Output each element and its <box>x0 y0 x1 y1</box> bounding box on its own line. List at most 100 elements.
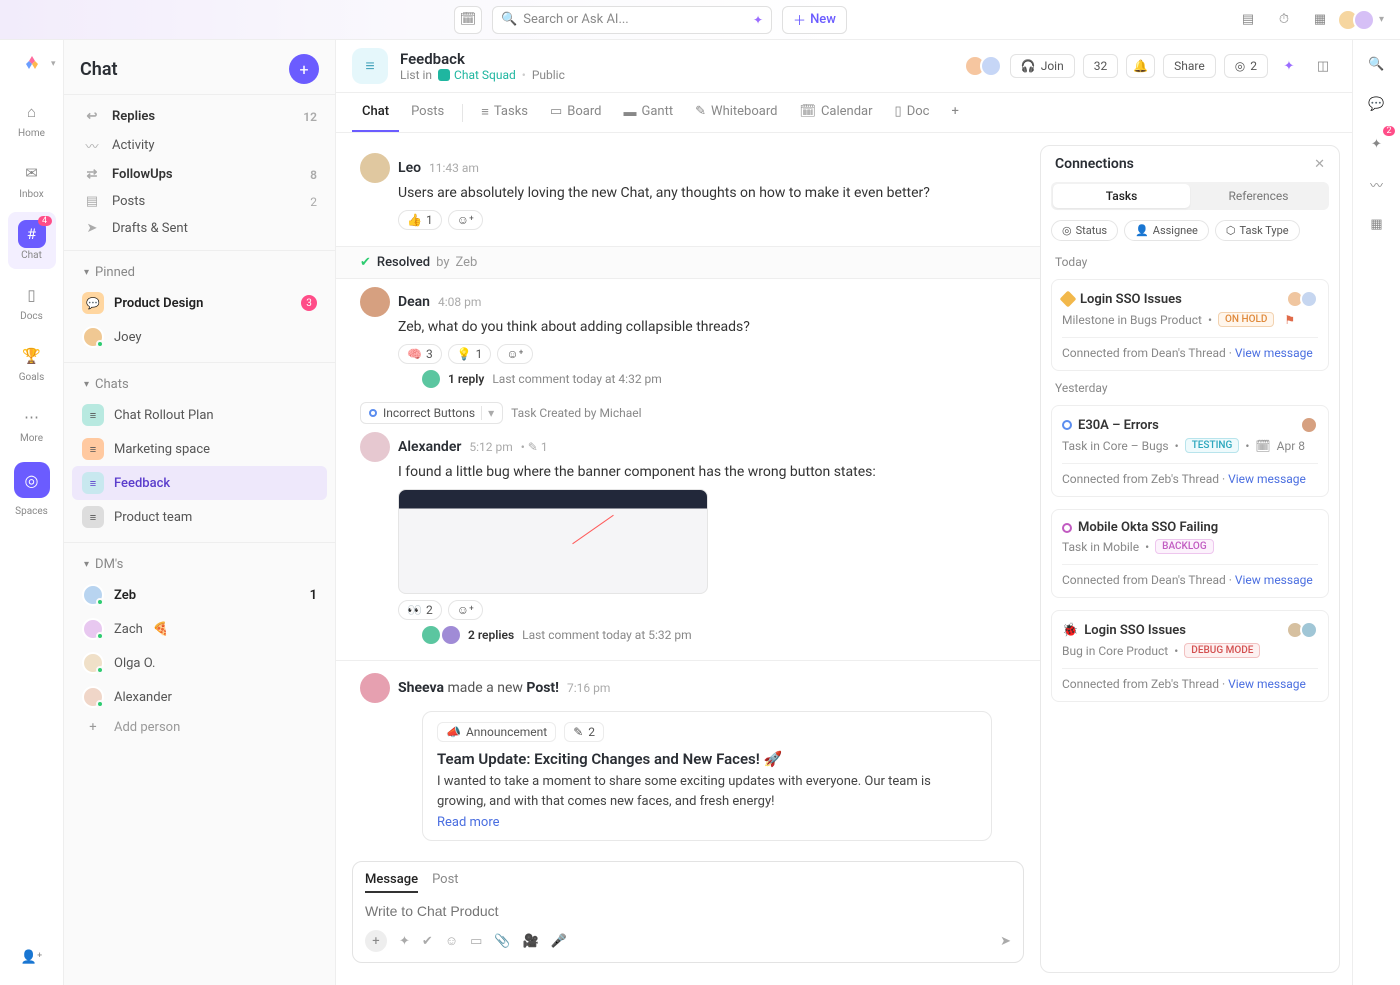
connection-card[interactable]: 🐞 Login SSO Issues Bug in Core Product •… <box>1051 610 1329 702</box>
avatar[interactable] <box>360 153 390 183</box>
avatar[interactable] <box>360 673 390 703</box>
apps-grid-icon[interactable]: ▦ <box>1307 7 1333 33</box>
rail-goals[interactable]: 🏆 Goals <box>8 334 56 391</box>
reaction[interactable]: 💡 1 <box>448 344 492 364</box>
global-search[interactable]: 🔍 Search or Ask AI... ✦ <box>492 6 772 34</box>
search-icon[interactable]: 🔍 <box>1363 50 1391 78</box>
new-button[interactable]: ＋ New <box>782 6 847 34</box>
chat-icon[interactable]: 💬 <box>1363 90 1391 118</box>
avatar[interactable] <box>360 432 390 462</box>
read-more-link[interactable]: Read more <box>437 815 977 830</box>
user-avatars[interactable]: ▾ <box>1343 9 1384 31</box>
tab-chat[interactable]: Chat <box>352 93 399 132</box>
video-icon[interactable]: 🎥 <box>523 934 539 949</box>
attachment-icon[interactable]: 📎 <box>494 934 510 949</box>
tab-calendar[interactable]: 🗓Calendar <box>789 93 882 132</box>
view-message-link[interactable]: View message <box>1235 346 1313 360</box>
pinned-header[interactable]: ▾ Pinned <box>72 259 327 286</box>
reaction[interactable]: 🧠 3 <box>398 344 442 364</box>
filter-status[interactable]: ◎Status <box>1051 220 1118 241</box>
apps-icon[interactable]: ▦ <box>1363 210 1391 238</box>
clipboard-icon[interactable]: ▤ <box>1235 7 1261 33</box>
add-view-button[interactable]: + <box>941 93 968 132</box>
add-icon[interactable]: + <box>365 930 387 952</box>
message-author[interactable]: Alexander <box>398 439 461 455</box>
filter-assignee[interactable]: 👤Assignee <box>1124 220 1209 241</box>
member-count-button[interactable]: 32 <box>1083 54 1119 78</box>
pinned-joey[interactable]: Joey <box>72 320 327 354</box>
gif-icon[interactable]: ▭ <box>470 934 482 949</box>
composer-tab-post[interactable]: Post <box>432 872 459 893</box>
view-message-link[interactable]: View message <box>1228 472 1306 486</box>
tab-tasks[interactable]: ≡Tasks <box>471 93 538 132</box>
channel-rollout[interactable]: ≡ Chat Rollout Plan <box>72 398 327 432</box>
connection-card[interactable]: Login SSO Issues Milestone in Bugs Produ… <box>1051 279 1329 371</box>
dm-olga[interactable]: Olga O. <box>72 646 327 680</box>
message-author[interactable]: Dean <box>398 294 430 310</box>
sparkle-icon[interactable]: ✦2 <box>1363 130 1391 158</box>
nav-followups[interactable]: ⇄ FollowUps 8 <box>72 161 327 188</box>
reaction[interactable]: 👍 1 <box>398 210 442 230</box>
nav-activity[interactable]: 〰 Activity <box>72 130 327 161</box>
nav-replies[interactable]: ↩ Replies 12 <box>72 103 327 130</box>
member-avatars[interactable] <box>970 55 1002 77</box>
join-button[interactable]: 🎧 Join <box>1010 54 1075 78</box>
channel-feedback[interactable]: ≡ Feedback <box>72 466 327 500</box>
dm-zach[interactable]: Zach 🍕 <box>72 612 327 646</box>
close-icon[interactable]: ✕ <box>1314 157 1325 172</box>
mic-icon[interactable]: 🎤 <box>551 934 567 949</box>
post-attach-count[interactable]: ✎ 2 <box>564 722 604 742</box>
tab-board[interactable]: ▭Board <box>540 93 612 132</box>
thread-summary[interactable]: 2 replies Last comment today at 5:32 pm <box>360 622 1016 648</box>
reaction[interactable]: 👀 2 <box>398 600 442 620</box>
squad-link[interactable]: Chat Squad <box>438 68 516 82</box>
post-tag[interactable]: 📣 Announcement <box>437 722 556 742</box>
connection-card[interactable]: Mobile Okta SSO Failing Task in Mobile •… <box>1051 509 1329 598</box>
tab-doc[interactable]: ▯Doc <box>885 93 940 132</box>
notifications-button[interactable]: 🔔 <box>1126 54 1155 78</box>
avatar[interactable] <box>360 287 390 317</box>
send-icon[interactable]: ➤ <box>1000 934 1011 949</box>
thread-summary[interactable]: 1 reply Last comment today at 4:32 pm <box>360 366 1016 392</box>
rail-docs[interactable]: ▯ Docs <box>8 273 56 330</box>
pinned-product-design[interactable]: 💬 Product Design 3 <box>72 286 327 320</box>
channel-marketing[interactable]: ≡ Marketing space <box>72 432 327 466</box>
nav-drafts[interactable]: ➤ Drafts & Sent <box>72 215 327 242</box>
rail-more[interactable]: ⋯ More <box>8 395 56 452</box>
add-person[interactable]: + Add person <box>72 714 327 741</box>
panel-toggle-icon[interactable]: ◫ <box>1310 53 1336 79</box>
viewers-pill[interactable]: ◎ 2 <box>1224 54 1268 78</box>
composer-tab-message[interactable]: Message <box>365 872 418 893</box>
share-button[interactable]: Share <box>1163 54 1216 78</box>
nav-posts[interactable]: ▤ Posts 2 <box>72 188 327 215</box>
emoji-icon[interactable]: ☺ <box>445 933 458 949</box>
post-author[interactable]: Sheeva <box>398 680 444 696</box>
composer-input[interactable] <box>365 903 1011 919</box>
workspace-logo[interactable] <box>18 50 46 78</box>
activity-icon[interactable]: 〰 <box>1363 170 1391 198</box>
rail-chat[interactable]: 4 # Chat <box>8 212 56 269</box>
channel-product-team[interactable]: ≡ Product team <box>72 500 327 534</box>
tab-posts[interactable]: Posts <box>401 93 454 132</box>
dms-header[interactable]: ▾ DM's <box>72 551 327 578</box>
tab-whiteboard[interactable]: ✎Whiteboard <box>685 93 787 132</box>
new-chat-button[interactable]: + <box>289 54 319 84</box>
image-attachment[interactable] <box>398 489 708 594</box>
add-reaction[interactable]: ☺⁺ <box>497 344 532 364</box>
task-chip[interactable]: Incorrect Buttons ▾ <box>360 402 503 424</box>
task-icon[interactable]: ✔ <box>422 934 433 949</box>
dm-zeb[interactable]: Zeb 1 <box>72 578 327 612</box>
rail-inbox[interactable]: ✉ Inbox <box>8 151 56 208</box>
post-card[interactable]: 📣 Announcement ✎ 2 Team Update: Exciting… <box>422 711 992 841</box>
resolved-banner[interactable]: ✔ Resolved by Zeb <box>336 246 1040 279</box>
view-message-link[interactable]: View message <box>1228 677 1306 691</box>
rail-spaces[interactable]: ◎ <box>14 462 50 498</box>
ai-sparkle-icon[interactable]: ✦ <box>399 934 410 949</box>
chats-header[interactable]: ▾ Chats <box>72 371 327 398</box>
view-message-link[interactable]: View message <box>1235 573 1313 587</box>
calendar-icon[interactable]: 🗓 <box>454 6 482 34</box>
chevron-down-icon[interactable]: ▾ <box>481 406 494 420</box>
add-reaction[interactable]: ☺⁺ <box>448 600 483 620</box>
timer-icon[interactable]: ⏱ <box>1271 7 1297 33</box>
connection-card[interactable]: E30A – Errors Task in Core – Bugs • TEST… <box>1051 405 1329 497</box>
